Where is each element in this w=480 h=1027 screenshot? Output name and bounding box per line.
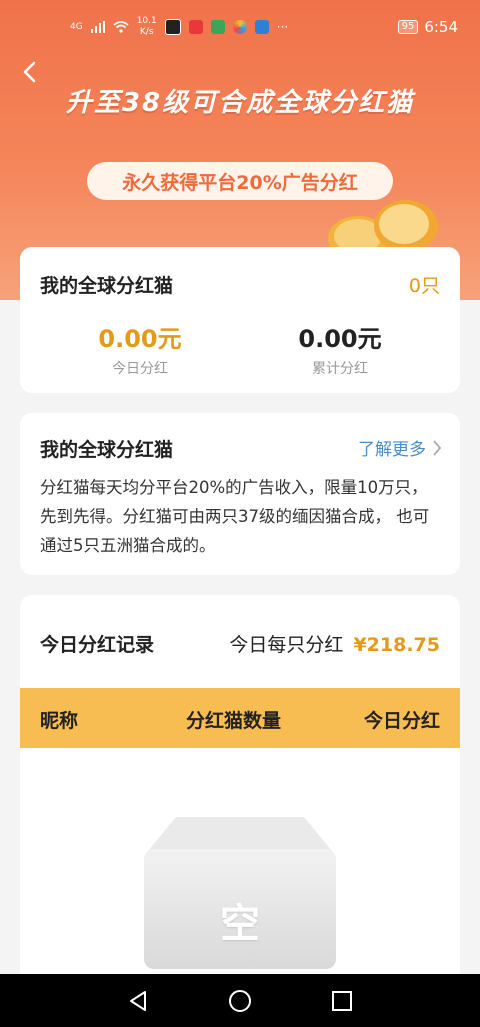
info-description: 分红猫每天均分平台20%的广告收入，限量10万只，先到先得。分红猫可由两只37级…	[40, 478, 430, 555]
nav-back-icon[interactable]	[126, 989, 150, 1013]
per-cat-label: 今日每只分红	[229, 634, 344, 656]
card-title: 我的全球分红猫	[40, 275, 174, 297]
my-cats-card: 我的全球分红猫 0只 0.00元 今日分红 0.00元 累计分红	[20, 247, 460, 393]
column-cat-count: 分红猫数量	[186, 710, 282, 732]
empty-state-box: 空	[142, 813, 338, 973]
learn-more-link[interactable]: 了解更多	[358, 435, 442, 460]
nav-recents-icon[interactable]	[330, 989, 354, 1013]
signal-icon	[90, 21, 105, 33]
today-dividend-label: 今日分红	[112, 361, 168, 377]
app-notification-icon	[232, 20, 247, 34]
app-notification-icon	[210, 20, 225, 34]
status-right: 95 6:54	[397, 18, 458, 36]
network-label: 4G	[70, 22, 83, 32]
column-today-dividend: 今日分红	[363, 710, 440, 732]
speed-value: 10.1	[136, 16, 157, 26]
today-dividend-value: 0.00元	[98, 325, 182, 353]
records-card: 今日分红记录 今日每只分红 ¥218.75 昵称 分红猫数量 今日分红 空	[20, 595, 460, 1015]
per-cat-dividend: 今日每只分红 ¥218.75	[229, 630, 440, 657]
system-nav-bar	[0, 974, 480, 1027]
page-headline: 升至38级可合成全球分红猫	[65, 88, 415, 118]
status-left: 4G 10.1 K/s ···	[70, 16, 288, 38]
total-dividend-block: 0.00元 累计分红	[260, 319, 420, 378]
info-card: 我的全球分红猫 了解更多 分红猫每天均分平台20%的广告收入，限量10万只，先到…	[20, 413, 460, 575]
network-speed: 10.1 K/s	[137, 16, 157, 38]
column-nickname: 昵称	[40, 710, 79, 732]
table-header: 昵称 分红猫数量 今日分红	[20, 688, 460, 748]
learn-more-label: 了解更多	[358, 440, 426, 460]
speed-unit: K/s	[139, 27, 154, 37]
empty-label: 空	[220, 901, 260, 947]
total-dividend-label: 累计分红	[312, 361, 368, 377]
app-notification-icon	[188, 20, 203, 34]
card-title: 我的全球分红猫	[40, 439, 174, 461]
total-dividend-value: 0.00元	[298, 325, 382, 353]
battery-icon: 95	[397, 20, 419, 34]
app-notification-icon	[164, 19, 181, 35]
app-notification-icon	[254, 20, 269, 34]
today-dividend-block: 0.00元 今日分红	[60, 319, 220, 378]
cat-count: 0只	[408, 275, 440, 297]
more-notifications-icon: ···	[276, 20, 289, 34]
per-cat-value: ¥218.75	[353, 634, 440, 656]
nav-home-icon[interactable]	[228, 989, 252, 1013]
chevron-right-icon	[433, 439, 442, 456]
card-title: 今日分红记录	[40, 634, 155, 656]
wifi-icon	[113, 21, 129, 33]
clock: 6:54	[424, 18, 458, 36]
status-bar: 4G 10.1 K/s ··· 95 6:54	[0, 0, 480, 56]
